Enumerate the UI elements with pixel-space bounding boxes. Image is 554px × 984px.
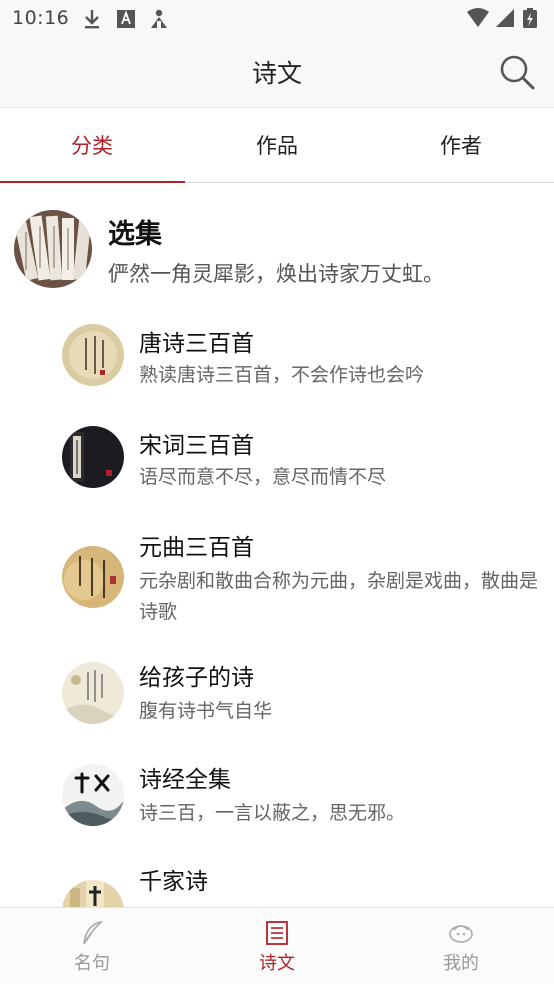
tab-authors[interactable]: 作者 (369, 109, 553, 183)
list-item[interactable]: 宋词三百首 语尽而意不尽，意尽而情不尽 (0, 416, 554, 506)
songci-cover (62, 426, 124, 488)
status-bar: 10:16 (0, 0, 554, 36)
category-list: 选集 俨然一角灵犀影，焕出诗家万丈虹。 唐诗三百首 熟读唐诗三百首，不会作诗也会… (0, 184, 554, 907)
list-item[interactable]: 给孩子的诗 腹有诗书气自华 (0, 656, 554, 746)
tab-works[interactable]: 作品 (185, 109, 369, 183)
item-subtitle: 诗三百，一言以蔽之，思无邪。 (139, 802, 406, 824)
item-subtitle: 元杂剧和散曲合称为元曲，杂剧是戏曲，散曲是诗歌 (139, 570, 539, 623)
item-subtitle: 熟读唐诗三百首，不会作诗也会吟 (139, 364, 425, 386)
active-tab-indicator (0, 181, 185, 183)
collection-header[interactable]: 选集 俨然一角灵犀影，焕出诗家万丈虹。 (0, 184, 554, 294)
list-item[interactable]: 诗经全集 诗三百，一言以蔽之，思无邪。 (0, 758, 554, 848)
children-poems-cover (62, 662, 124, 724)
nav-label: 名句 (74, 953, 110, 974)
tangshi-cover (62, 324, 124, 386)
list-item[interactable]: 千家诗 (0, 860, 554, 907)
signal-icon (496, 9, 514, 27)
page-title: 诗文 (251, 59, 302, 88)
tab-category[interactable]: 分类 (0, 109, 184, 183)
yuanqu-cover (62, 546, 124, 608)
status-time: 10:16 (12, 7, 70, 29)
nav-label: 我的 (443, 953, 479, 974)
item-title: 唐诗三百首 (139, 331, 254, 357)
collection-avatar (14, 210, 92, 288)
shijing-cover (62, 764, 124, 826)
document-icon (266, 921, 288, 945)
nav-quotes[interactable]: 名句 (0, 908, 184, 984)
wifi-icon (467, 8, 489, 27)
bottom-nav: 名句 诗文 我的 (0, 907, 554, 984)
nav-label: 诗文 (259, 953, 295, 974)
battery-icon (523, 8, 537, 28)
item-title: 给孩子的诗 (139, 665, 254, 691)
item-title: 元曲三百首 (139, 535, 254, 561)
collection-title: 选集 (108, 219, 162, 250)
search-icon[interactable] (498, 53, 536, 91)
item-title: 千家诗 (139, 869, 208, 895)
item-title: 诗经全集 (139, 767, 231, 793)
quill-icon (83, 920, 104, 945)
item-title: 宋词三百首 (139, 433, 254, 459)
tab-bar: 分类 作品 作者 (0, 109, 554, 183)
item-subtitle: 语尽而意不尽，意尽而情不尽 (139, 466, 387, 488)
collection-subtitle: 俨然一角灵犀影，焕出诗家万丈虹。 (108, 262, 444, 286)
profile-icon (449, 925, 473, 943)
download-icon (85, 10, 99, 29)
tray-icon (151, 9, 167, 28)
list-item[interactable]: 元曲三百首 元杂剧和散曲合称为元曲，杂剧是戏曲，散曲是诗歌 (0, 518, 554, 636)
item-subtitle: 腹有诗书气自华 (139, 700, 273, 722)
a-icon (117, 10, 135, 28)
nav-poems[interactable]: 诗文 (185, 908, 369, 984)
qianjiashi-cover (62, 880, 124, 907)
nav-profile[interactable]: 我的 (369, 908, 553, 984)
list-item[interactable]: 唐诗三百首 熟读唐诗三百首，不会作诗也会吟 (0, 314, 554, 404)
app-bar: 诗文 (0, 36, 554, 108)
